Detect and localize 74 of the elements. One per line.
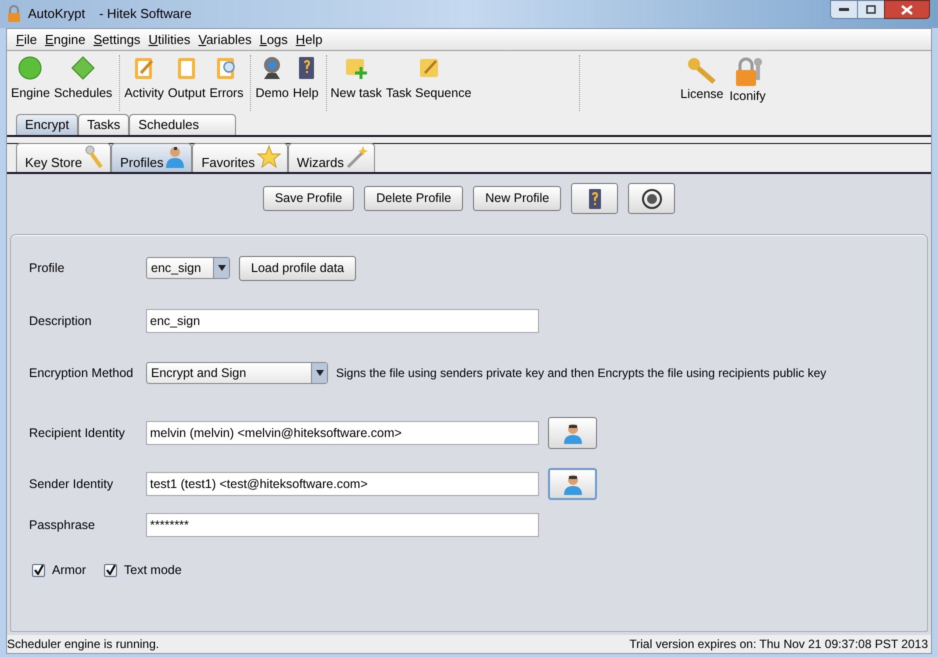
padlock-icon (6, 5, 22, 23)
toolbar-button[interactable]: Task Sequence (384, 55, 472, 100)
select-identity-button[interactable] (548, 417, 597, 449)
magic-wand-icon (346, 145, 368, 169)
tab[interactable]: Profiles (111, 143, 192, 172)
menu-item[interactable]: Engine (44, 30, 86, 50)
profile-dropdown[interactable]: enc_sign (146, 257, 230, 279)
minimize-icon (839, 8, 849, 12)
description-field[interactable]: enc_sign (146, 309, 539, 333)
window-title: AutoKrypt (28, 5, 86, 24)
user-icon (562, 422, 582, 444)
menu-item[interactable]: Variables (198, 30, 252, 50)
menu-item[interactable]: Logs (260, 30, 288, 50)
trial-expiry-text: Trial version expires on: Thu Nov 21 09:37:08 PST 2013 (629, 636, 928, 653)
toolbar-button[interactable]: Demo (254, 55, 290, 100)
star-icon (256, 145, 281, 169)
toolbar-button[interactable]: Output (166, 55, 206, 100)
target-icon (640, 188, 663, 210)
menu-item[interactable]: Settings (93, 30, 140, 50)
dropdown-arrow-icon (316, 370, 324, 376)
encryption-method-dropdown[interactable]: Encrypt and Sign (146, 362, 328, 384)
field-label: Encryption Method (29, 364, 134, 382)
identity-field[interactable]: test1 (test1) <test@hiteksoftware.com> (146, 472, 539, 496)
select-identity-button[interactable] (548, 468, 597, 500)
method-description: Signs the file using senders private key and then Encrypts the file using recipients public key (336, 365, 826, 382)
checkbox[interactable]: Armor (32, 560, 86, 580)
toolbar-button[interactable]: Iconify (730, 56, 766, 102)
maximize-button[interactable] (858, 0, 884, 19)
user-icon (165, 145, 186, 169)
action-button[interactable]: Save Profile (262, 186, 354, 211)
field-label: Passphrase (29, 516, 96, 534)
toolbar-button[interactable]: New task (330, 55, 383, 100)
maximize-icon (866, 5, 876, 14)
toolbar-button[interactable]: License (680, 56, 724, 102)
tab[interactable]: Favorites (192, 143, 288, 172)
minimize-button[interactable] (830, 0, 858, 19)
toolbar-button[interactable]: Engine (10, 55, 51, 100)
tab[interactable]: Tasks (78, 114, 130, 135)
field-label: Profile (29, 260, 66, 277)
checkbox[interactable]: Text mode (104, 560, 182, 580)
close-icon (901, 4, 913, 14)
field-label: Sender Identity (29, 476, 114, 493)
tab[interactable]: Schedules (129, 114, 236, 135)
field-label: Description (29, 312, 93, 330)
tab[interactable]: Wizards (288, 143, 375, 172)
record-button[interactable] (628, 183, 676, 214)
toolbar-button[interactable]: Errors (208, 55, 244, 100)
menu-item[interactable]: Utilities (148, 30, 190, 50)
checkmark-icon (106, 565, 116, 575)
checkmark-icon (34, 565, 44, 575)
window-subtitle: - Hitek Software (99, 5, 192, 24)
passphrase-field[interactable]: ******** (146, 513, 539, 537)
help-book-icon (586, 188, 603, 210)
user-icon (562, 473, 582, 495)
diamond-icon (70, 55, 96, 81)
load-profile-button[interactable]: Load profile data (239, 256, 356, 280)
identity-field[interactable]: melvin (melvin) <melvin@hiteksoftware.com> (146, 421, 539, 445)
status-text: Scheduler engine is running. (7, 636, 160, 653)
circle-icon (17, 55, 44, 81)
menu-item[interactable]: Help (296, 30, 323, 50)
keys-icon (84, 145, 104, 169)
toolbar-button[interactable]: Activity (123, 55, 165, 100)
tab[interactable]: Key Store (16, 143, 112, 172)
menu-item[interactable]: File (16, 30, 37, 50)
action-button[interactable]: New Profile (473, 186, 562, 211)
close-button[interactable] (884, 0, 930, 19)
field-label: Recipient Identity (29, 424, 126, 442)
toolbar-button[interactable]: Schedules (52, 55, 114, 100)
help-button[interactable] (571, 183, 618, 214)
toolbar-button[interactable]: Help (292, 55, 320, 100)
action-button[interactable]: Delete Profile (364, 186, 464, 211)
dropdown-arrow-icon (218, 265, 226, 271)
key-icon (686, 56, 718, 86)
tab[interactable]: Encrypt (16, 114, 78, 135)
